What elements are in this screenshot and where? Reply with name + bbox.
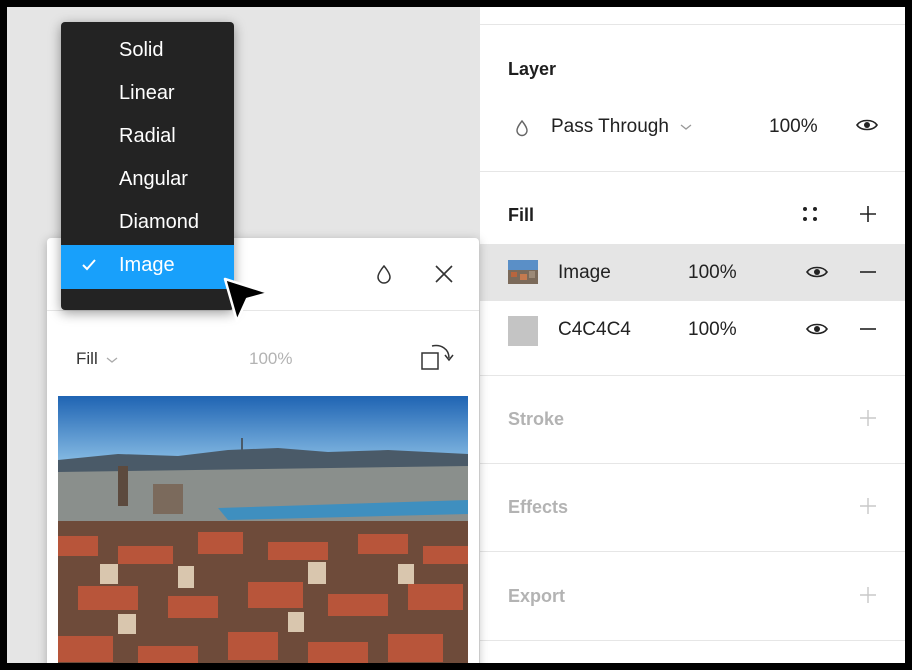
fill-opacity[interactable]: 100% [688, 262, 737, 284]
styles-grid-icon[interactable] [801, 205, 819, 223]
rotate-image-icon[interactable] [419, 341, 455, 373]
effects-section-title: Effects [508, 497, 569, 517]
chevron-down-icon [107, 357, 118, 363]
menu-item-image[interactable]: Image [61, 245, 234, 289]
app-frame: Layer Pass Through 100% Fill Image 100% … [7, 7, 905, 663]
eye-icon[interactable] [855, 117, 879, 133]
divider [480, 640, 905, 641]
layer-opacity[interactable]: 100% [769, 116, 818, 138]
blend-mode-label: Pass Through [551, 116, 669, 137]
chevron-down-icon [680, 124, 692, 130]
stroke-section-title: Stroke [508, 409, 565, 429]
divider [480, 24, 905, 25]
add-effect-icon[interactable] [858, 496, 878, 516]
color-swatch[interactable] [508, 316, 538, 346]
divider [480, 463, 905, 464]
fill-name[interactable]: Image [558, 262, 611, 284]
blend-mode-drop-icon [516, 119, 528, 137]
fill-mode-label: Fill [76, 349, 98, 368]
menu-item-angular[interactable]: Angular [61, 159, 234, 202]
mouse-cursor-icon [223, 277, 271, 323]
remove-fill-icon[interactable] [858, 262, 878, 282]
add-export-icon[interactable] [858, 585, 878, 605]
remove-fill-icon[interactable] [858, 319, 878, 339]
image-opacity[interactable]: 100% [249, 349, 292, 369]
image-thumbnail[interactable] [508, 260, 538, 284]
fill-section-title: Fill [508, 205, 534, 225]
fill-type-menu: Solid Linear Radial Angular Diamond Imag… [61, 22, 234, 310]
close-icon[interactable] [433, 263, 455, 285]
blend-mode-select[interactable]: Pass Through [551, 116, 692, 138]
eye-icon[interactable] [805, 264, 829, 280]
layer-section-title: Layer [508, 59, 557, 79]
menu-item-diamond[interactable]: Diamond [61, 202, 234, 245]
fill-mode-select[interactable]: Fill [76, 349, 118, 369]
menu-item-radial[interactable]: Radial [61, 116, 234, 159]
properties-panel: Layer Pass Through 100% Fill Image 100% … [480, 7, 905, 663]
blend-drop-icon[interactable] [376, 264, 392, 284]
eye-icon[interactable] [805, 321, 829, 337]
fill-opacity[interactable]: 100% [688, 319, 737, 341]
divider [480, 375, 905, 376]
divider [480, 551, 905, 552]
divider [480, 171, 905, 172]
menu-item-solid[interactable]: Solid [61, 30, 234, 73]
check-icon [82, 259, 96, 271]
add-stroke-icon[interactable] [858, 408, 878, 428]
menu-item-linear[interactable]: Linear [61, 73, 234, 116]
add-fill-icon[interactable] [858, 204, 878, 224]
image-preview [58, 396, 468, 663]
fill-hex-value[interactable]: C4C4C4 [558, 319, 631, 341]
export-section-title: Export [508, 586, 566, 606]
